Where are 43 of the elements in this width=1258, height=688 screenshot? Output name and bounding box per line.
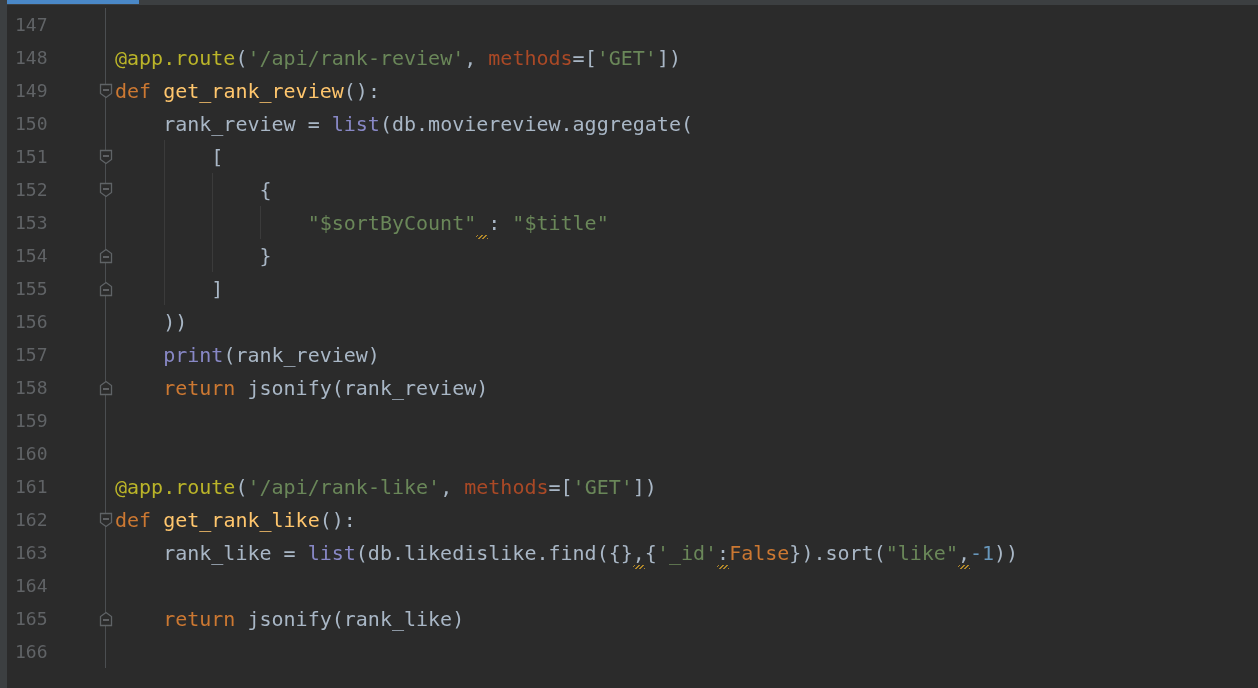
line-number: 159 (15, 410, 49, 431)
line-number: 148 (15, 47, 49, 68)
line-number: 149 (15, 80, 49, 101)
fold-marker-icon[interactable] (99, 511, 113, 528)
line-number: 156 (15, 311, 49, 332)
code-line: return jsonify(rank_like) (162, 606, 465, 631)
code-line: @app.route('/api/rank-review', methods=['GET']) (115, 45, 681, 70)
code-line: [ (210, 144, 224, 169)
fold-marker-icon[interactable] (99, 247, 113, 264)
code-line: { (258, 177, 272, 202)
line-number: 152 (15, 179, 49, 200)
code-line: def get_rank_review(): (115, 78, 380, 103)
code-line: return jsonify(rank_review) (162, 375, 489, 400)
code-line: print(rank_review) (162, 342, 380, 367)
line-number: 157 (15, 344, 49, 365)
line-number: 151 (15, 146, 49, 167)
code-line: rank_review = list(db.moviereview.aggregate( (162, 111, 693, 136)
line-number: 166 (15, 641, 49, 662)
fold-marker-icon[interactable] (99, 379, 113, 396)
line-number: 164 (15, 575, 49, 596)
line-number: 147 (15, 14, 49, 35)
fold-marker-icon[interactable] (99, 148, 113, 165)
line-number: 158 (15, 377, 49, 398)
line-number: 153 (15, 212, 49, 233)
code-line: rank_like = list(db.likedislike.find({},{'_id':False}).sort("like",-1)) (115, 540, 1019, 565)
line-number: 155 (15, 278, 49, 299)
fold-marker-icon[interactable] (99, 280, 113, 297)
fold-marker-icon[interactable] (99, 610, 113, 627)
code-line: "$sortByCount" : "$title" (115, 210, 609, 235)
code-line: ] (210, 276, 224, 301)
code-line: } (258, 243, 272, 268)
code-line: def get_rank_like(): (115, 507, 356, 532)
line-number: 154 (15, 245, 49, 266)
line-number: 160 (15, 443, 49, 464)
code-line: @app.route('/api/rank-like', methods=['GET']) (115, 474, 657, 499)
code-line: )) (162, 309, 188, 334)
fold-marker-icon[interactable] (99, 82, 113, 99)
line-number: 163 (15, 542, 49, 563)
line-number: 162 (15, 509, 49, 530)
line-number: 161 (15, 476, 49, 497)
line-number: 165 (15, 608, 49, 629)
fold-marker-icon[interactable] (99, 181, 113, 198)
line-number: 150 (15, 113, 49, 134)
